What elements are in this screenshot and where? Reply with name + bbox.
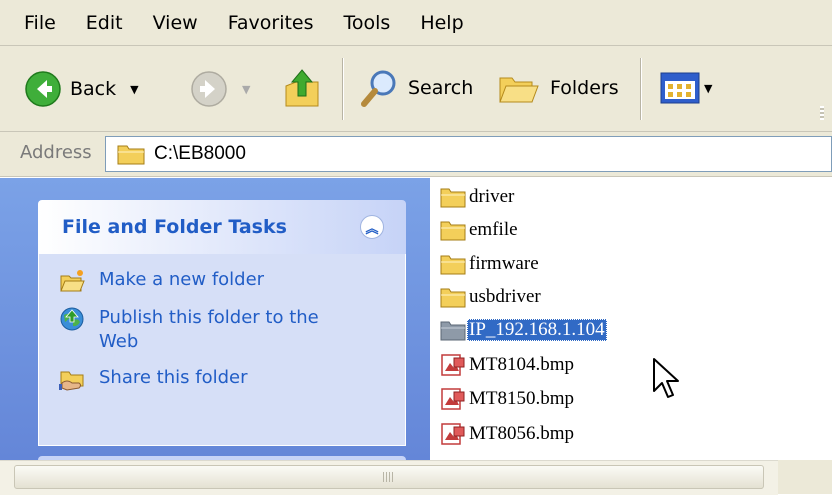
views-dropdown-icon[interactable]: ▼ xyxy=(704,82,712,95)
menu-file[interactable]: File xyxy=(20,10,60,36)
menu-bar: File Edit View Favorites Tools Help xyxy=(0,0,832,46)
scrollbar-thumb[interactable] xyxy=(14,465,764,489)
menu-edit[interactable]: Edit xyxy=(82,10,127,36)
views-button[interactable]: ▼ xyxy=(660,72,712,104)
menu-tools[interactable]: Tools xyxy=(340,10,395,36)
bitmap-file-icon xyxy=(441,423,465,445)
list-item-folder[interactable]: emfile xyxy=(440,215,520,245)
file-name: MT8104.bmp xyxy=(469,354,575,375)
list-item-bitmap[interactable]: MT8056.bmp xyxy=(440,419,576,449)
forward-arrow-icon xyxy=(191,71,227,107)
list-item-bitmap[interactable]: MT8150.bmp xyxy=(440,384,576,414)
folder-icon xyxy=(440,188,466,208)
mouse-pointer-icon xyxy=(653,358,679,398)
folder-icon xyxy=(440,221,466,241)
task-pane: File and Folder Tasks ︽ Make a new folde… xyxy=(0,178,430,462)
task-label: Publish this folder to the Web xyxy=(99,307,319,352)
search-label: Search xyxy=(408,77,474,99)
search-button[interactable]: Search xyxy=(360,68,473,108)
menu-favorites[interactable]: Favorites xyxy=(224,10,318,36)
file-name: emfile xyxy=(469,219,518,240)
back-label: Back xyxy=(70,78,117,100)
menu-help[interactable]: Help xyxy=(416,10,467,36)
tasks-header[interactable]: File and Folder Tasks ︽ xyxy=(38,200,406,254)
toolbar-separator xyxy=(342,58,343,120)
file-name: MT8056.bmp xyxy=(469,423,575,444)
forward-dropdown-icon[interactable]: ▼ xyxy=(242,83,250,96)
address-label: Address xyxy=(20,142,92,163)
search-icon xyxy=(361,70,396,107)
standard-toolbar: Back ▼ ▼ Search Folders ▼ xyxy=(0,46,832,132)
menu-view[interactable]: View xyxy=(149,10,202,36)
file-name: IP_192.168.1.104 xyxy=(467,319,607,341)
collapse-chevron-icon[interactable]: ︽ xyxy=(360,215,384,239)
publish-web-icon xyxy=(60,307,84,331)
task-make-new-folder[interactable]: Make a new folder xyxy=(39,268,405,294)
forward-button[interactable]: ▼ xyxy=(190,70,250,108)
folder-icon xyxy=(117,145,145,165)
file-name: usbdriver xyxy=(469,286,541,307)
up-folder-button[interactable] xyxy=(282,66,322,110)
horizontal-scrollbar[interactable] xyxy=(0,460,778,495)
toolbar-separator xyxy=(640,58,641,120)
folders-button[interactable]: Folders xyxy=(498,68,619,108)
resize-corner[interactable] xyxy=(778,460,832,494)
task-publish-to-web[interactable]: Publish this folder to the Web xyxy=(39,306,405,354)
file-name: firmware xyxy=(469,253,539,274)
back-button[interactable]: Back ▼ xyxy=(24,70,139,108)
address-value: C:\EB8000 xyxy=(154,143,246,164)
tasks-title: File and Folder Tasks xyxy=(62,216,287,238)
task-label: Make a new folder xyxy=(99,269,265,290)
file-folder-tasks-panel: File and Folder Tasks ︽ Make a new folde… xyxy=(38,200,406,446)
back-arrow-icon xyxy=(25,71,61,107)
folders-label: Folders xyxy=(550,77,619,99)
bitmap-file-icon xyxy=(441,354,465,376)
file-name: driver xyxy=(469,186,515,207)
task-label: Share this folder xyxy=(99,367,248,388)
file-name: MT8150.bmp xyxy=(469,388,575,409)
up-folder-icon xyxy=(285,69,319,107)
bitmap-file-icon xyxy=(441,388,465,410)
address-input[interactable]: C:\EB8000 xyxy=(105,136,832,172)
list-item-folder[interactable]: usbdriver xyxy=(440,282,543,312)
folder-icon xyxy=(440,288,466,308)
list-item-folder[interactable]: driver xyxy=(440,182,516,212)
new-folder-icon xyxy=(60,270,85,292)
list-item-bitmap[interactable]: MT8104.bmp xyxy=(440,350,576,380)
tasks-body: Make a new folder Publish this folder to… xyxy=(38,254,406,446)
address-bar: Address C:\EB8000 xyxy=(0,132,832,177)
grip-icon xyxy=(383,472,395,482)
toolbar-grip xyxy=(820,106,824,120)
file-list: driver emfile firmware usbdriver IP_192.… xyxy=(440,180,820,460)
list-item-folder-selected[interactable]: IP_192.168.1.104 xyxy=(440,315,607,345)
back-dropdown-icon[interactable]: ▼ xyxy=(130,83,138,96)
share-folder-icon xyxy=(59,371,84,391)
views-icon xyxy=(660,72,700,104)
list-item-folder[interactable]: firmware xyxy=(440,249,541,279)
task-share-folder[interactable]: Share this folder xyxy=(39,366,405,392)
folder-icon xyxy=(440,321,466,341)
folders-icon xyxy=(499,77,539,103)
folder-icon xyxy=(440,255,466,275)
